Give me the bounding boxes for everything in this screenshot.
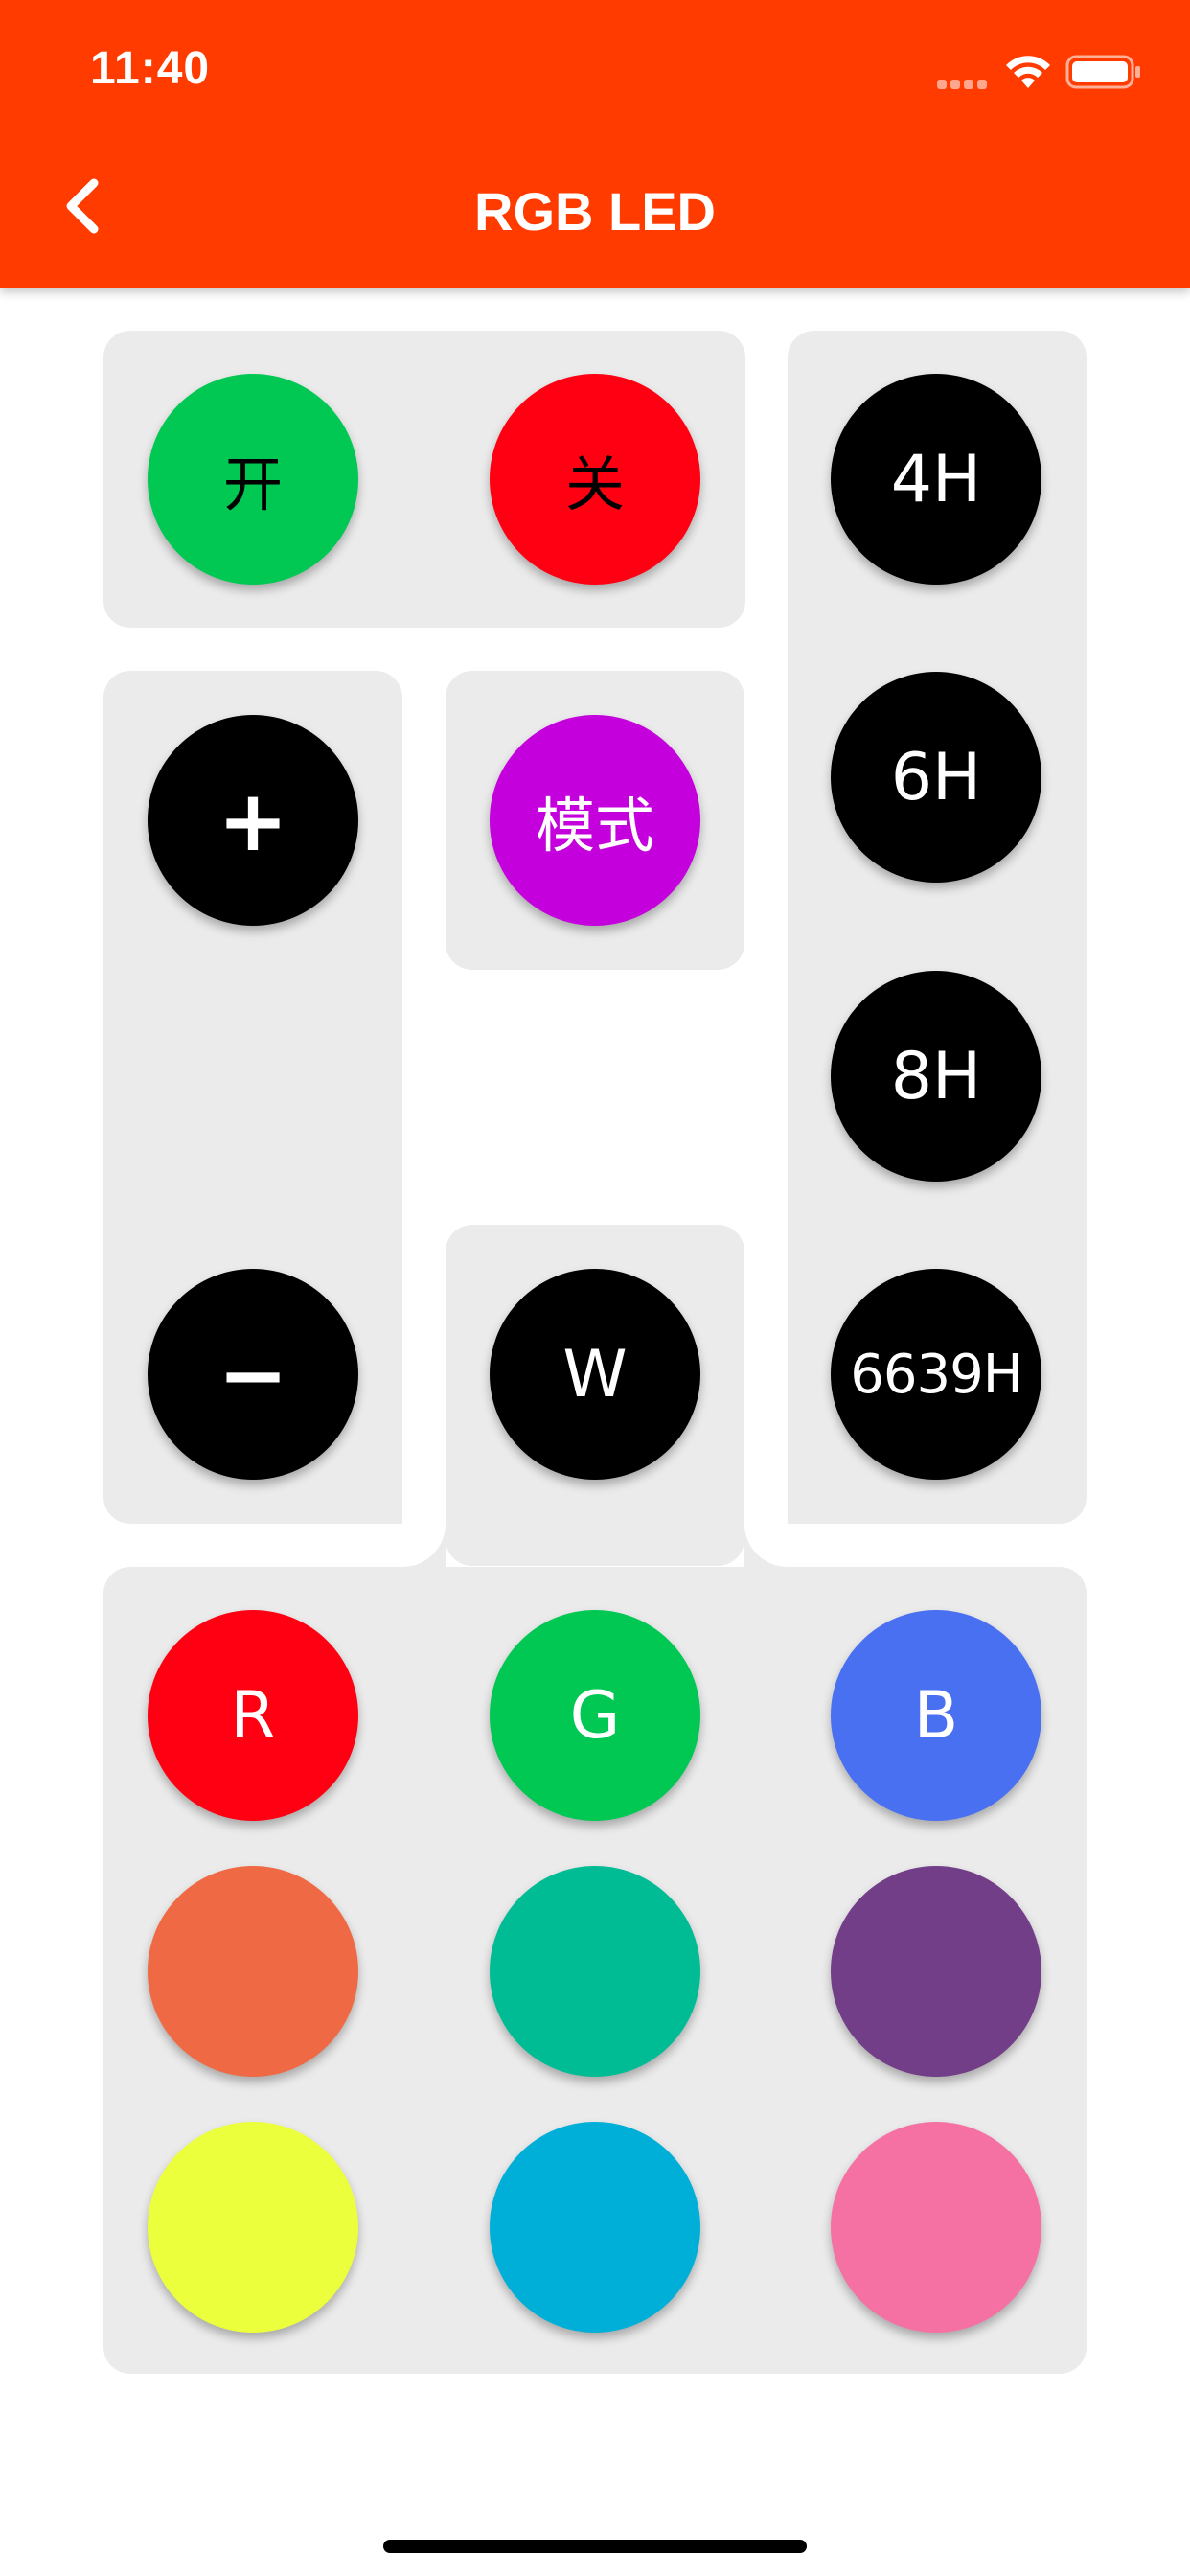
status-time: 11:40 — [90, 43, 211, 94]
color-blue-button[interactable]: B — [831, 1610, 1041, 1821]
color-yellow-button[interactable] — [148, 2122, 358, 2333]
power-on-button[interactable]: 开 — [148, 374, 358, 585]
power-on-label: 开 — [222, 449, 283, 519]
timer-6639h-label: 6639H — [850, 1343, 1023, 1406]
home-indicator — [383, 2540, 807, 2553]
white-button[interactable]: W — [490, 1269, 700, 1480]
timer-6h-button[interactable]: 6H — [831, 672, 1041, 883]
wifi-icon — [1006, 56, 1050, 88]
color-orange-button[interactable] — [148, 1866, 358, 2077]
white-label: W — [562, 1336, 628, 1413]
corner-fill-right — [744, 1524, 788, 1567]
color-green-label: G — [569, 1677, 621, 1754]
timer-8h-button[interactable]: 8H — [831, 971, 1041, 1182]
color-green-button[interactable]: G — [490, 1610, 700, 1821]
color-red-button[interactable]: R — [148, 1610, 358, 1821]
power-off-label: 关 — [564, 449, 625, 519]
plus-icon: + — [217, 770, 288, 870]
gap-left — [103, 1524, 402, 1567]
timer-8h-label: 8H — [890, 1038, 982, 1115]
brightness-down-button[interactable]: − — [148, 1269, 358, 1480]
mode-button[interactable]: 模式 — [490, 715, 700, 926]
signal-icon — [937, 77, 991, 89]
timer-6h-label: 6H — [890, 739, 982, 816]
corner-fill-left — [402, 1524, 446, 1567]
timer-4h-button[interactable]: 4H — [831, 374, 1041, 585]
brightness-up-button[interactable]: + — [148, 715, 358, 926]
battery-icon — [1065, 55, 1140, 89]
timer-4h-label: 4H — [890, 441, 982, 518]
power-off-button[interactable]: 关 — [490, 374, 700, 585]
color-blue-label: B — [913, 1677, 959, 1754]
minus-icon: − — [217, 1324, 288, 1424]
color-cyan-button[interactable] — [490, 2122, 700, 2333]
color-purple-button[interactable] — [831, 1866, 1041, 2077]
mode-label: 模式 — [535, 791, 654, 861]
color-teal-button[interactable] — [490, 1866, 700, 2077]
header-bar: 11:40 RGB LED — [0, 0, 1190, 288]
color-pink-button[interactable] — [831, 2122, 1041, 2333]
color-red-label: R — [230, 1677, 276, 1754]
gap-right — [788, 1524, 1087, 1567]
timer-6639h-button[interactable]: 6639H — [831, 1269, 1041, 1480]
page-title: RGB LED — [474, 181, 716, 242]
